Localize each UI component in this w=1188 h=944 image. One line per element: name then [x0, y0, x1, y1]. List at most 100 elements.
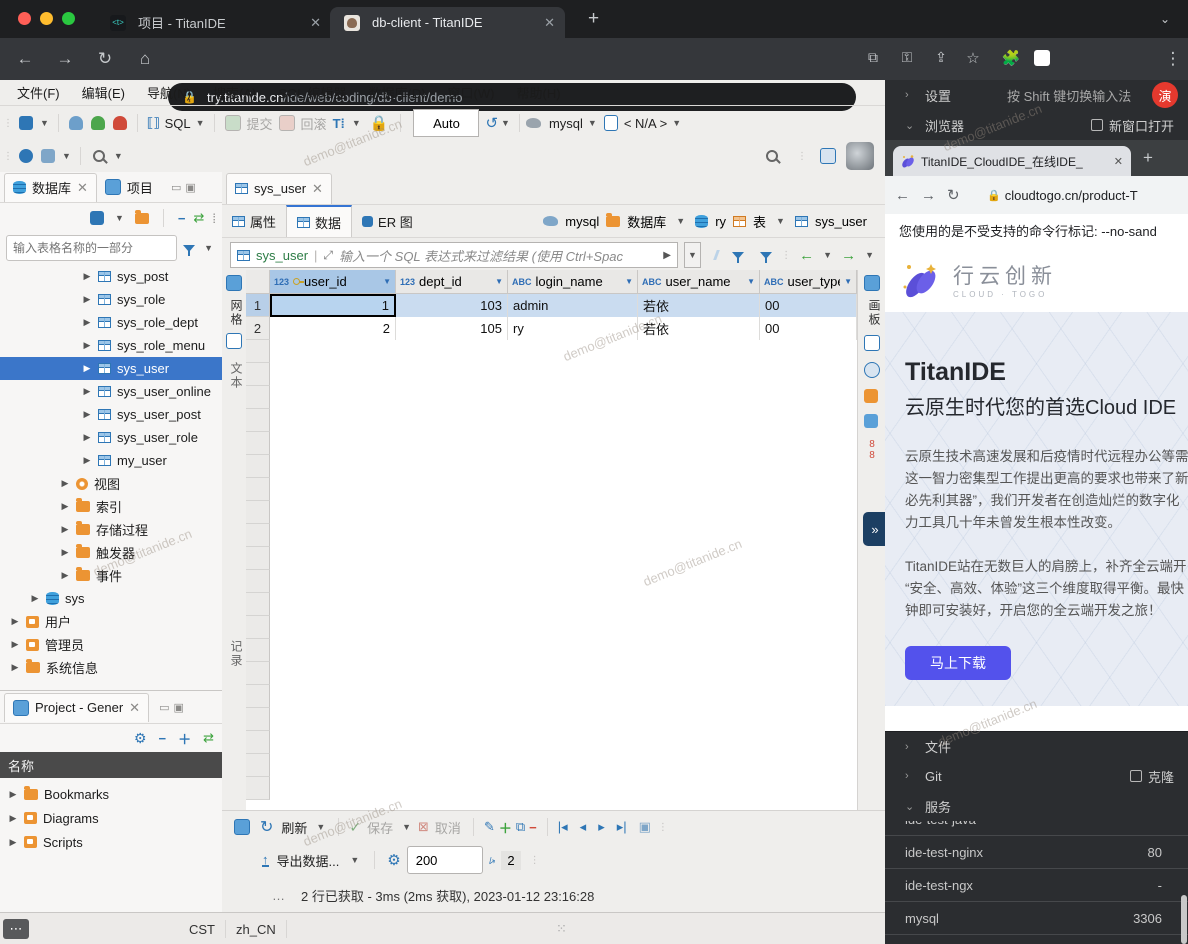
last-row-icon[interactable]: ▸| [617, 819, 627, 835]
save-button[interactable]: 保存 [367, 818, 393, 837]
close-tab-icon[interactable]: ✕ [129, 700, 140, 716]
connection-selector[interactable]: mysql [549, 116, 583, 131]
tree-item-sys_user_online[interactable]: ▶sys_user_online [0, 380, 222, 403]
nav-forward-arrow-icon[interactable]: → [841, 247, 856, 264]
filter-history-dropdown[interactable]: ▼ [684, 242, 701, 268]
table-row[interactable]: 22105ry若依00 [246, 317, 857, 340]
expander-arrow-icon[interactable]: ▶ [82, 409, 92, 420]
tree-item-sys_user_post[interactable]: ▶sys_user_post [0, 403, 222, 426]
sort-caret-icon[interactable]: ▼ [747, 277, 755, 286]
tree-item-sys_role_menu[interactable]: ▶sys_role_menu [0, 334, 222, 357]
edit-row-icon[interactable]: ✎ [484, 819, 495, 835]
table-filter-input[interactable] [6, 235, 177, 261]
calc-panel-icon[interactable] [864, 335, 880, 351]
search-icon[interactable] [93, 150, 105, 162]
commit-button[interactable]: 提交 [247, 114, 273, 133]
disconnect-plug-icon[interactable] [113, 116, 127, 130]
sql-editor-icon[interactable]: ⟦⟧ [147, 115, 160, 131]
ime-badge[interactable]: 演 [1152, 82, 1178, 108]
tree-item-sys[interactable]: ▶sys [0, 587, 222, 610]
tree-item-管理员[interactable]: ▶管理员 [0, 633, 222, 656]
transaction-caret-icon[interactable]: ▼ [352, 118, 361, 128]
cell-dept_id[interactable]: 103 [396, 294, 508, 317]
refresh-caret-icon[interactable]: ▼ [316, 822, 325, 832]
breadcrumb-label[interactable]: 表 [753, 212, 766, 231]
mini-browser-tab[interactable]: TitanIDE_CloudIDE_在线IDE_ ✕ [893, 146, 1131, 176]
expander-arrow-icon[interactable]: ▶ [82, 294, 92, 305]
close-tab-icon[interactable]: ✕ [1114, 155, 1123, 168]
cell-user_id[interactable]: 1 [270, 294, 396, 317]
expander-arrow-icon[interactable]: ▶ [60, 547, 70, 558]
delete-row-icon[interactable]: − [529, 820, 537, 835]
maximize-panel-icon[interactable]: ▣ [185, 181, 195, 194]
tab-databases[interactable]: 数据库 ✕ [4, 173, 97, 202]
open-new-window-button[interactable]: 新窗口打开 [1091, 116, 1174, 135]
sort-caret-icon[interactable]: ▼ [625, 277, 633, 286]
cell-user_name[interactable]: 若依 [638, 317, 760, 340]
menu-item-数据库(D)[interactable]: 数据库(D) [358, 83, 437, 102]
expand-all-icon[interactable]: ＋ [178, 729, 191, 748]
expander-arrow-icon[interactable]: ▶ [60, 501, 70, 512]
user-avatar[interactable] [846, 142, 874, 170]
schema-selector[interactable]: < N/A > [624, 116, 667, 131]
tree-item-sys_role[interactable]: ▶sys_role [0, 288, 222, 311]
network-diagram-icon[interactable] [41, 149, 55, 163]
first-row-icon[interactable]: |◂ [558, 819, 568, 835]
expander-arrow-icon[interactable]: ▶ [82, 386, 92, 397]
reload-icon[interactable]: ↻ [947, 186, 969, 204]
close-tab-icon[interactable]: ✕ [310, 15, 321, 31]
breadcrumb-caret-icon[interactable]: ▼ [776, 216, 785, 226]
menu-item-搜索(A)[interactable]: 搜索(A) [202, 83, 267, 102]
new-folder-icon[interactable] [135, 213, 149, 224]
collapse-all-icon[interactable]: − [178, 211, 186, 226]
statusbar-drag-handle[interactable]: ⁙ [556, 921, 567, 937]
cancel-button[interactable]: 取消 [435, 818, 461, 837]
export-icon[interactable]: ↑ [262, 854, 269, 867]
text-view-tab[interactable]: 文本 [228, 362, 245, 390]
filter-funnel-icon[interactable] [183, 245, 195, 252]
prev-row-icon[interactable]: ◂ [580, 819, 587, 835]
cell-user_name[interactable]: 若依 [638, 294, 760, 317]
more-dots-icon[interactable]: … [272, 888, 285, 903]
transaction-filter-icon[interactable]: T⁞ [333, 116, 345, 131]
git-panel-row[interactable]: › Git 克隆 [885, 761, 1188, 791]
layout-panel-icon[interactable] [864, 414, 878, 428]
password-key-icon[interactable]: ⚿ [890, 49, 924, 66]
breadcrumb-label[interactable]: mysql [565, 214, 599, 229]
save-caret-icon[interactable]: ▼ [402, 822, 411, 832]
export-caret-icon[interactable]: ▼ [350, 855, 359, 865]
menu-item-编辑(E)[interactable]: 编辑(E) [71, 83, 136, 102]
column-header-login_name[interactable]: ABClogin_name▼ [508, 270, 638, 294]
tree-item-系统信息[interactable]: ▶系统信息 [0, 656, 222, 679]
browser-panel-row[interactable]: ⌄ 浏览器 新窗口打开 [885, 110, 1188, 140]
menu-item-SQL 编辑器[interactable]: SQL 编辑器 [267, 83, 357, 102]
editor-tab-sys-user[interactable]: sys_user ✕ [226, 173, 332, 204]
tab-projects[interactable]: 项目 [97, 173, 161, 201]
view-tab-data[interactable]: 数据 [286, 205, 352, 237]
expander-arrow-icon[interactable]: ▶ [82, 317, 92, 328]
new-connection-icon[interactable] [19, 116, 33, 130]
sql-caret-icon[interactable]: ▼ [196, 118, 205, 128]
result-grid[interactable]: 123user_id▼123dept_id▼ABClogin_name▼ABCu… [246, 270, 857, 810]
close-tab-icon[interactable]: ✕ [544, 15, 555, 31]
grid-icon[interactable] [226, 333, 242, 349]
column-header-user_id[interactable]: 123user_id▼ [270, 270, 396, 294]
network-caret-icon[interactable]: ▼ [62, 151, 71, 161]
tree-item-sys_role_dept[interactable]: ▶sys_role_dept [0, 311, 222, 334]
project-item-Bookmarks[interactable]: ▶Bookmarks [0, 782, 222, 806]
fetch-all-icon[interactable]: ▣ [639, 819, 651, 835]
reconnect-plug-icon[interactable] [91, 116, 105, 130]
export-data-button[interactable]: 导出数据... [277, 851, 340, 870]
share-icon[interactable]: ⇪ [924, 49, 958, 66]
tree-item-sys_user_role[interactable]: ▶sys_user_role [0, 426, 222, 449]
download-button[interactable]: 马上下载 [905, 646, 1011, 680]
row-number-cell[interactable]: 2 [246, 317, 270, 340]
rollback-button[interactable]: 回滚 [301, 114, 327, 133]
perspective-icon[interactable] [820, 148, 836, 164]
sql-editor-button[interactable]: SQL [165, 116, 191, 131]
expander-arrow-icon[interactable]: ▶ [30, 593, 40, 604]
database-list-icon[interactable] [604, 115, 618, 131]
cell-login_name[interactable]: admin [508, 294, 638, 317]
chart-panel-icon[interactable] [864, 389, 878, 403]
fetch-settings-gear-icon[interactable]: ⚙ [387, 851, 400, 869]
